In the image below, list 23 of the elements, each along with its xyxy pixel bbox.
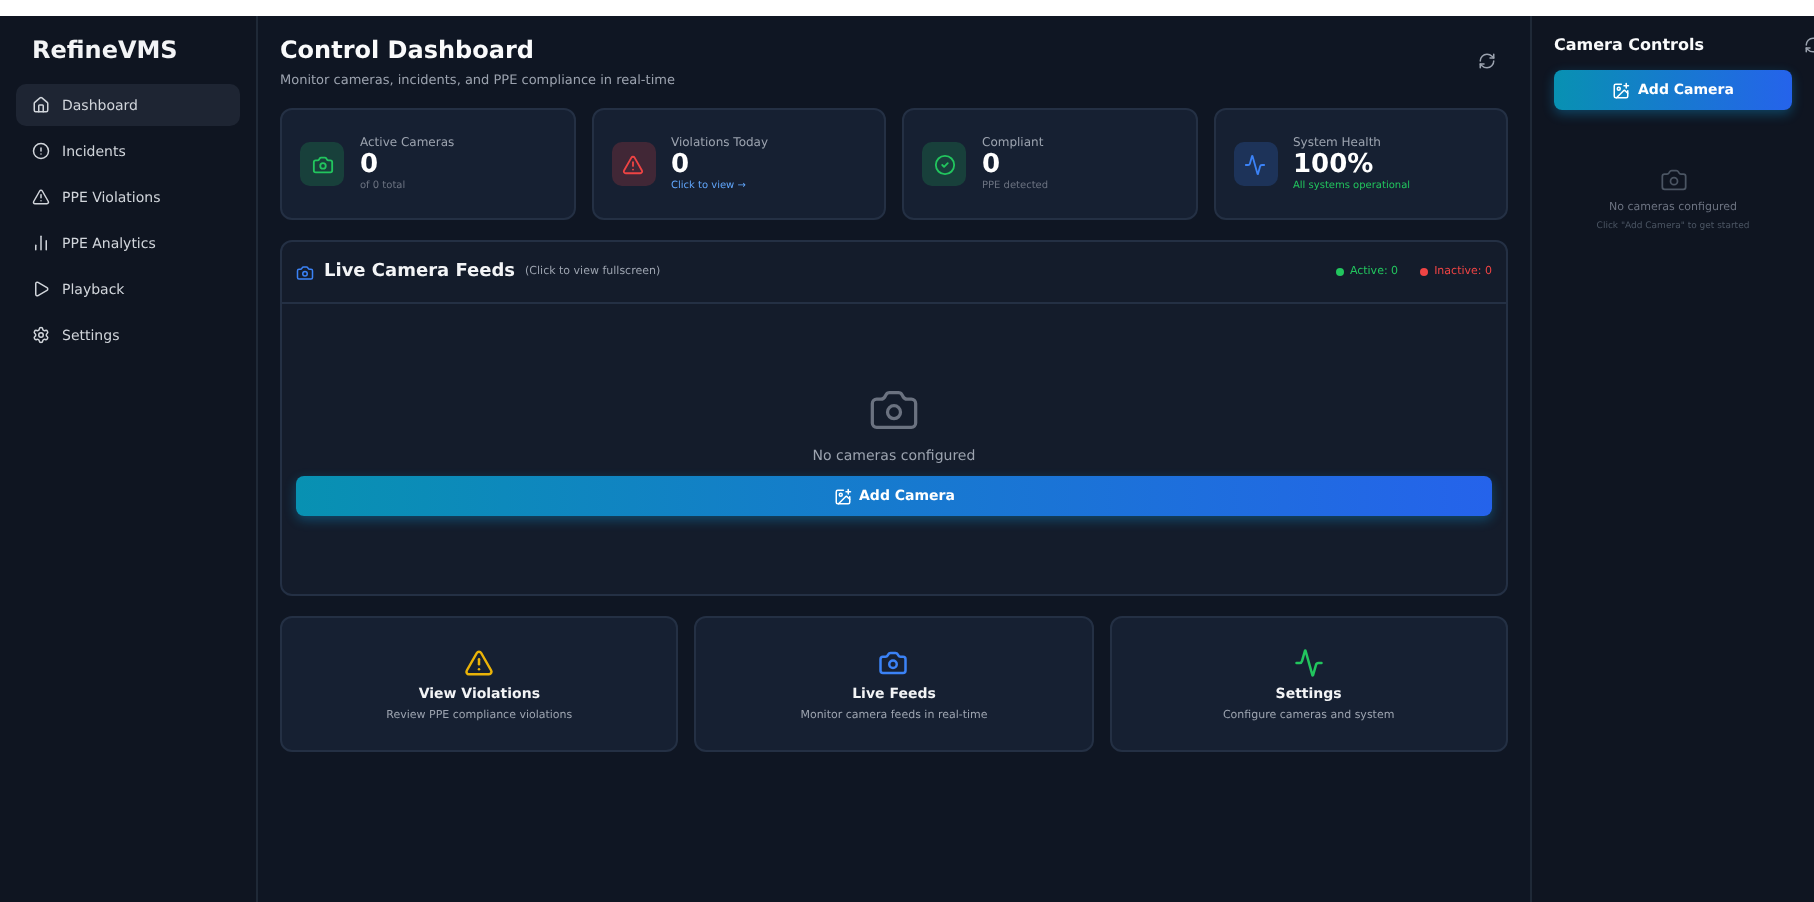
bar-chart-icon	[32, 234, 50, 252]
camera-icon	[311, 153, 333, 175]
pulse-icon	[1244, 153, 1266, 175]
camera-icon	[296, 263, 314, 281]
stat-value: 0	[982, 150, 1003, 180]
play-icon	[32, 280, 50, 298]
refresh-icon[interactable]	[1478, 52, 1496, 70]
check-circle-icon	[933, 153, 955, 175]
image-plus-icon	[833, 487, 852, 505]
stat-value: 0	[671, 150, 692, 180]
camera-icon	[1659, 166, 1687, 194]
alert-circle-icon	[32, 142, 50, 160]
warning-icon	[622, 153, 644, 175]
settings-icon	[32, 326, 50, 344]
home-icon	[32, 96, 50, 114]
page-title: Control Dashboard	[280, 36, 536, 64]
panel-title: Live Camera Feeds	[324, 262, 516, 282]
stat-value: 0	[360, 150, 381, 180]
panel-title: Camera Controls	[1554, 36, 1704, 54]
app-brand: RefineVMS	[32, 36, 180, 64]
image-plus-icon	[1612, 81, 1631, 99]
warning-icon	[32, 188, 50, 206]
stat-value: 100%	[1293, 150, 1376, 180]
